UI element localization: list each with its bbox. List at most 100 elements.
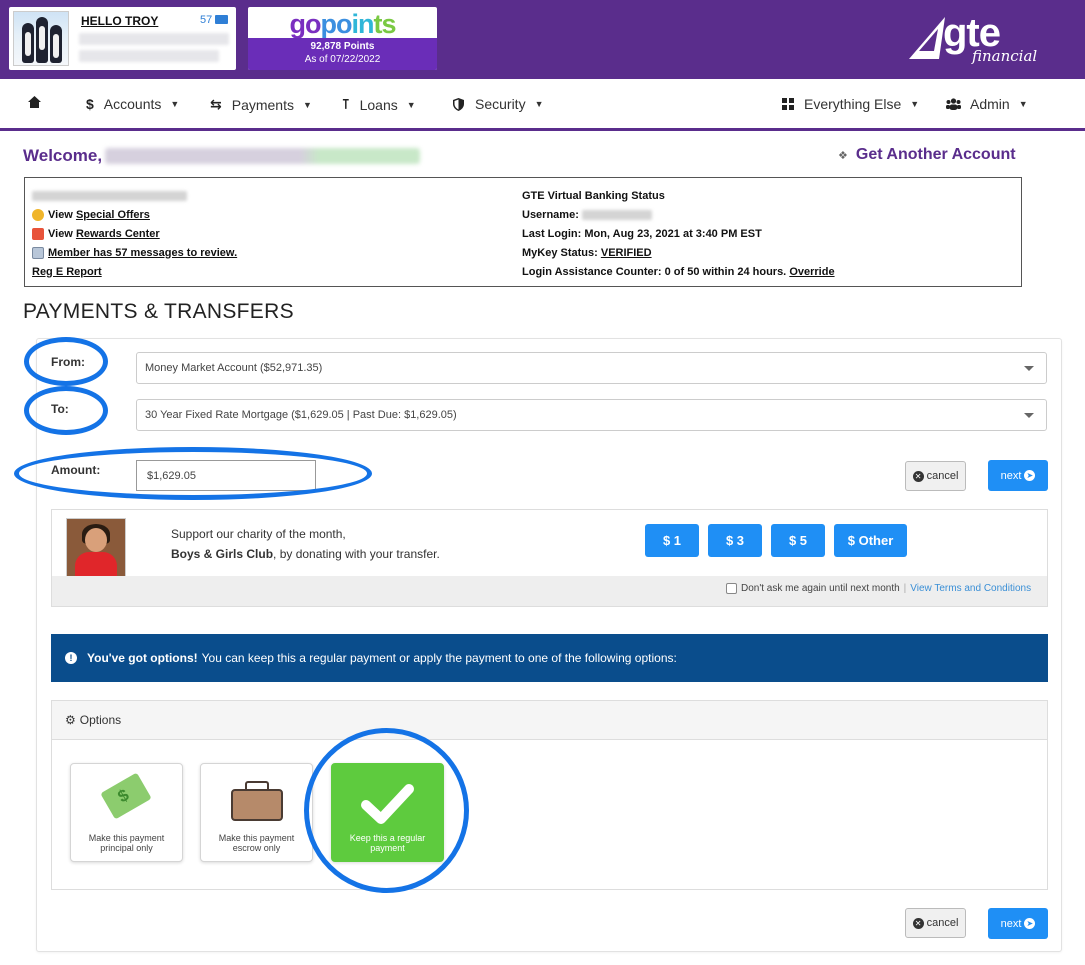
home-icon: [28, 96, 41, 108]
caret-down-icon: [1024, 366, 1034, 371]
nav-accounts[interactable]: $ Accounts ▼: [86, 96, 179, 112]
login-assist-row: Login Assistance Counter: 0 of 50 within…: [522, 265, 835, 278]
options-alert: ! You've got options! You can keep this …: [51, 634, 1048, 682]
info-left: View Special Offers View Rewards Center …: [32, 186, 237, 281]
users-icon: [946, 98, 961, 110]
annotation-ring-option: [304, 728, 469, 893]
gear-icon: ⚙: [65, 713, 76, 727]
gopoints-card[interactable]: gopoints 92,878 Points As of 07/22/2022: [248, 7, 437, 70]
nav-admin[interactable]: Admin ▼: [946, 96, 1028, 112]
main-nav: $ Accounts ▼ ⇆ Payments ▼ ⊺ Loans ▼ Secu…: [0, 79, 1085, 131]
to-account-select[interactable]: 30 Year Fixed Rate Mortgage ($1,629.05 |…: [136, 399, 1047, 431]
caret-down-icon: [1024, 413, 1034, 418]
nav-everything-else[interactable]: Everything Else ▼: [782, 96, 919, 112]
get-account-label: Get Another Account: [855, 146, 1016, 163]
next-button-bottom[interactable]: next ➤: [988, 908, 1048, 939]
annotation-ring-from: [24, 337, 108, 386]
gopoints-logo: gopoints: [289, 9, 396, 39]
alert-bold: You've got options!: [87, 651, 198, 665]
donate-3-button[interactable]: $ 3: [708, 524, 762, 557]
rewards-row: View Rewards Center: [32, 224, 237, 243]
annotation-ring-to: [24, 386, 108, 435]
message-count[interactable]: 57: [200, 14, 212, 26]
nav-home[interactable]: [28, 96, 41, 108]
top-banner: HELLO TROY 57 gopoints 92,878 Points As …: [0, 0, 1085, 79]
shield-icon: [453, 97, 464, 111]
money-tag-icon: [100, 772, 152, 820]
chevron-down-icon: ▼: [406, 99, 416, 110]
to-account-value: 30 Year Fixed Rate Mortgage ($1,629.05 |…: [145, 409, 457, 421]
arrow-right-circle-icon: ➤: [1024, 470, 1036, 481]
terms-link[interactable]: View Terms and Conditions: [910, 583, 1031, 594]
exclamation-circle-icon: !: [65, 652, 77, 664]
nav-everything-else-label: Everything Else: [804, 96, 902, 112]
alert-text: You can keep this a regular payment or a…: [201, 651, 677, 665]
charity-box: Support our charity of the month, Boys &…: [51, 509, 1048, 607]
nav-admin-label: Admin: [970, 96, 1010, 112]
from-account-select[interactable]: Money Market Account ($52,971.35): [136, 352, 1047, 384]
messages-link[interactable]: Member has 57 messages to review.: [48, 247, 237, 259]
points-asof: As of 07/22/2022: [304, 54, 381, 65]
reg-e-report-link[interactable]: Reg E Report: [32, 266, 102, 278]
hello-link[interactable]: HELLO TROY: [81, 14, 158, 28]
special-offers-link[interactable]: Special Offers: [76, 209, 150, 221]
nav-payments-label: Payments: [231, 96, 294, 113]
donate-other-button[interactable]: $ Other: [834, 524, 907, 557]
chevron-down-icon: ▼: [534, 99, 544, 109]
welcome-title: Welcome,: [23, 146, 103, 165]
arrow-right-circle-icon: ➤: [1024, 918, 1036, 929]
logo-sub: financial: [972, 47, 1038, 65]
donate-1-button[interactable]: $ 1: [645, 524, 699, 557]
option-label: Make this payment principal only: [88, 833, 165, 853]
page-title: PAYMENTS & TRANSFERS: [23, 300, 294, 323]
points-total: 92,878 Points: [310, 41, 375, 52]
briefcase-icon: [231, 789, 283, 821]
redacted-username: [581, 209, 652, 220]
dont-ask-row: Don't ask me again until next month | Vi…: [726, 583, 1031, 594]
charity-footer: Don't ask me again until next month | Vi…: [52, 576, 1047, 606]
avatar: [13, 11, 69, 66]
handshake-icon: ❖: [838, 149, 848, 162]
medal-icon: [32, 227, 44, 240]
gte-logo[interactable]: gte financial: [905, 10, 1040, 68]
last-login: Last Login: Mon, Aug 23, 2021 at 3:40 PM…: [522, 227, 762, 240]
username-row: Username:: [522, 205, 835, 224]
redacted-info: [79, 33, 229, 45]
close-circle-icon: ✕: [912, 470, 924, 482]
dont-ask-label: Don't ask me again until next month: [741, 583, 900, 594]
close-circle-icon: ✕: [912, 917, 924, 929]
reg-e-row: Reg E Report: [32, 262, 237, 281]
option-label: Make this payment escrow only: [218, 833, 295, 853]
info-right: GTE Virtual Banking Status Username: Las…: [522, 186, 835, 281]
get-another-account-link[interactable]: ❖ Get Another Account: [838, 146, 1016, 164]
status-title: GTE Virtual Banking Status: [522, 189, 665, 202]
grid-icon: [782, 98, 794, 110]
nav-security[interactable]: Security ▼: [453, 96, 544, 112]
envelope-icon[interactable]: [215, 15, 228, 24]
mykey-row: MyKey Status: VERIFIED: [522, 246, 652, 259]
cancel-button[interactable]: ✕ cancel: [905, 461, 966, 491]
special-offers-row: View Special Offers: [32, 205, 237, 224]
options-header: ⚙ Options: [52, 701, 1047, 740]
dont-ask-checkbox[interactable]: [726, 583, 737, 594]
redacted-row: [32, 186, 237, 205]
rewards-center-link[interactable]: Rewards Center: [76, 228, 160, 240]
nav-loans[interactable]: ⊺ Loans ▼: [342, 96, 416, 113]
member-info-box: View Special Offers View Rewards Center …: [24, 177, 1022, 287]
transfer-icon: ⇆: [210, 96, 222, 112]
chevron-down-icon: ▼: [910, 99, 920, 109]
option-principal-only[interactable]: Make this paymentprincipal only: [70, 763, 183, 862]
donate-5-button[interactable]: $ 5: [771, 524, 825, 557]
chevron-down-icon: ▼: [170, 99, 180, 109]
message-doc-icon: [32, 246, 44, 259]
option-escrow-only[interactable]: Make this payment escrow only: [200, 763, 313, 862]
nav-loans-label: Loans: [359, 96, 398, 113]
options-panel: ⚙ Options Make this paymentprincipal onl…: [51, 700, 1048, 890]
nav-security-label: Security: [475, 96, 526, 112]
nav-payments[interactable]: ⇆ Payments ▼: [210, 96, 312, 113]
next-button[interactable]: next ➤: [988, 460, 1048, 491]
override-link[interactable]: Override: [789, 266, 834, 278]
cancel-button-bottom[interactable]: ✕ cancel: [905, 908, 966, 938]
key-icon: ⊺: [342, 96, 350, 112]
mykey-status-link[interactable]: VERIFIED: [601, 247, 652, 259]
